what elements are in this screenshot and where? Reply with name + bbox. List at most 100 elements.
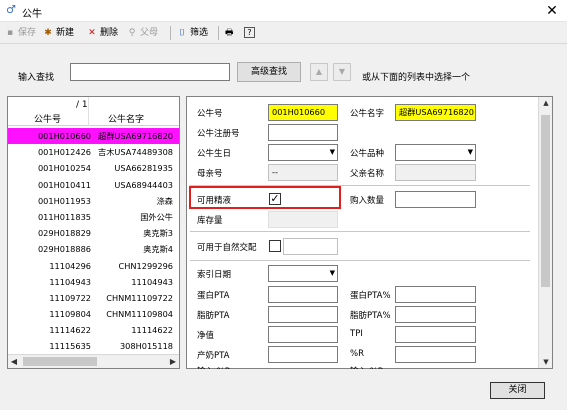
list-item[interactable]: 001H010254 USA66281935: [8, 160, 179, 176]
reg-no-label: 公牛注册号: [197, 129, 240, 139]
breed-select[interactable]: ▼: [395, 144, 476, 161]
print-button[interactable]: 🖶: [225, 25, 234, 41]
buy-qty-field[interactable]: [395, 191, 476, 208]
delete-button[interactable]: ✕ 删除: [86, 25, 118, 41]
parent-button[interactable]: ⚲ 父母: [126, 25, 158, 41]
list-item[interactable]: 11114622 11114622: [8, 322, 179, 338]
reg-no-field[interactable]: [268, 124, 338, 141]
protein-pta-label: 蛋白PTA: [197, 291, 230, 301]
r-pct-label: %R: [350, 349, 364, 359]
bull-no-field[interactable]: 001H010660: [268, 104, 338, 121]
detail-vertical-scrollbar[interactable]: ▲ ▼: [538, 97, 552, 368]
bull-name-label: 公牛名字: [350, 109, 385, 119]
bull-list: / 1 公牛号 公牛名字 001H010660 超群USA69716820 001…: [7, 96, 180, 369]
search-prev-icon[interactable]: ▼: [333, 63, 351, 81]
list-item[interactable]: 001H010411 USA68944403: [8, 177, 179, 193]
input-r-label: 输入 %R: [197, 365, 231, 369]
list-item[interactable]: 001H012426 吉木USA74489308: [8, 144, 179, 160]
dropdown-arrow-icon: ▼: [329, 269, 335, 277]
scroll-right-icon[interactable]: ▶: [167, 355, 179, 368]
highlight-box: [189, 186, 341, 209]
window-title: 公牛: [22, 9, 42, 20]
bull-detail-panel: [186, 96, 553, 369]
index-date-label: 索引日期: [197, 270, 232, 280]
print-icon: 🖶: [225, 28, 234, 38]
new-button[interactable]: ✱ 新建: [42, 25, 74, 41]
delete-icon: ✕: [88, 28, 96, 38]
record-count: / 1: [76, 100, 88, 110]
search-hint: 或从下面的列表中选择一个: [362, 73, 471, 83]
buy-qty-label: 购入数量: [350, 196, 385, 206]
list-item[interactable]: 11104296 CHN1299296: [8, 258, 179, 274]
stock-label: 库存量: [197, 216, 223, 226]
tpi-label: TPI: [350, 329, 363, 339]
tpi-field[interactable]: [395, 326, 476, 343]
list-item[interactable]: 11104943 11104943: [8, 274, 179, 290]
list-item[interactable]: 029H018886 奥克斯4: [8, 241, 179, 257]
new-icon: ✱: [44, 28, 52, 38]
list-item[interactable]: 001H010660 超群USA69716820: [8, 128, 179, 145]
input-r-label-2: 输入 %R: [350, 365, 384, 369]
bull-no-label: 公牛号: [197, 109, 223, 119]
bull-name-field[interactable]: 超群USA69716820: [395, 104, 476, 121]
list-horizontal-scrollbar[interactable]: ◀ ▶: [8, 354, 179, 368]
advanced-search-button[interactable]: 高级查找: [237, 62, 301, 82]
protein-pct-label: 蛋白PTA%: [350, 291, 391, 301]
help-icon: ?: [244, 27, 255, 38]
fat-pta-field[interactable]: [268, 306, 338, 323]
close-button[interactable]: 关闭: [490, 382, 545, 399]
index-date-field[interactable]: ▼: [268, 265, 338, 282]
breed-label: 公牛品种: [350, 149, 385, 159]
dam-no-field: --: [268, 164, 338, 181]
male-symbol-icon: ♂: [6, 3, 16, 16]
toolbar-divider: [218, 26, 219, 40]
scroll-up-icon[interactable]: ▲: [539, 97, 553, 109]
birthday-label: 公牛生日: [197, 149, 232, 159]
milk-pta-label: 产奶PTA: [197, 351, 230, 361]
natural-mating-label: 可用于自然交配: [197, 243, 257, 253]
save-icon: ▪: [6, 28, 14, 38]
protein-pta-field[interactable]: [268, 286, 338, 303]
milk-pta-field[interactable]: [268, 346, 338, 363]
scroll-left-icon[interactable]: ◀: [8, 355, 20, 368]
column-header-bull-no[interactable]: 公牛号: [34, 112, 61, 125]
toolbar: ▪ 保存 ✱ 新建 ✕ 删除 ⚲ 父母 ⌷ 筛选 🖶 ?: [0, 22, 567, 44]
search-input[interactable]: [70, 63, 230, 81]
net-value-field[interactable]: [268, 326, 338, 343]
dropdown-arrow-icon: ▼: [467, 148, 473, 156]
fat-pta-label: 脂肪PTA: [197, 311, 230, 321]
list-item[interactable]: 11109804 CHNM11109804: [8, 306, 179, 322]
natural-mating-field[interactable]: [283, 238, 338, 255]
search-next-icon[interactable]: ▲: [310, 63, 328, 81]
list-item[interactable]: 11115635 308H015118: [8, 338, 179, 354]
help-button[interactable]: ?: [244, 25, 255, 41]
sire-name-label: 父亲名称: [350, 169, 385, 179]
scroll-thumb[interactable]: [23, 357, 97, 366]
search-label: 输入查找: [18, 73, 55, 83]
filter-button[interactable]: ⌷ 筛选: [176, 25, 208, 41]
stock-field: [268, 211, 338, 228]
fat-pct-field[interactable]: [395, 306, 476, 323]
column-divider: [88, 97, 89, 126]
list-item[interactable]: 001H011953 涤森: [8, 193, 179, 209]
protein-pct-field[interactable]: [395, 286, 476, 303]
dam-no-label: 母亲号: [197, 169, 223, 179]
list-item[interactable]: 011H011835 国外公牛: [8, 209, 179, 225]
parent-icon: ⚲: [128, 28, 136, 38]
list-item[interactable]: 029H018829 奥克斯3: [8, 225, 179, 241]
natural-mating-checkbox[interactable]: [269, 240, 281, 252]
scroll-down-icon[interactable]: ▼: [539, 356, 553, 368]
save-button[interactable]: ▪ 保存: [4, 25, 36, 41]
title-bar: [0, 0, 567, 22]
scroll-thumb[interactable]: [541, 115, 550, 287]
dropdown-arrow-icon: ▼: [329, 148, 335, 156]
birthday-field[interactable]: ▼: [268, 144, 338, 161]
column-header-bull-name[interactable]: 公牛名字: [108, 112, 144, 125]
net-value-label: 净值: [197, 331, 215, 341]
list-header: / 1 公牛号 公牛名字: [8, 97, 179, 126]
list-item[interactable]: 11109722 CHNM11109722: [8, 290, 179, 306]
filter-icon: ⌷: [179, 28, 185, 38]
section-divider: [190, 231, 530, 232]
r-pct-field[interactable]: [395, 346, 476, 363]
window-close-button[interactable]: ✕: [542, 2, 562, 20]
